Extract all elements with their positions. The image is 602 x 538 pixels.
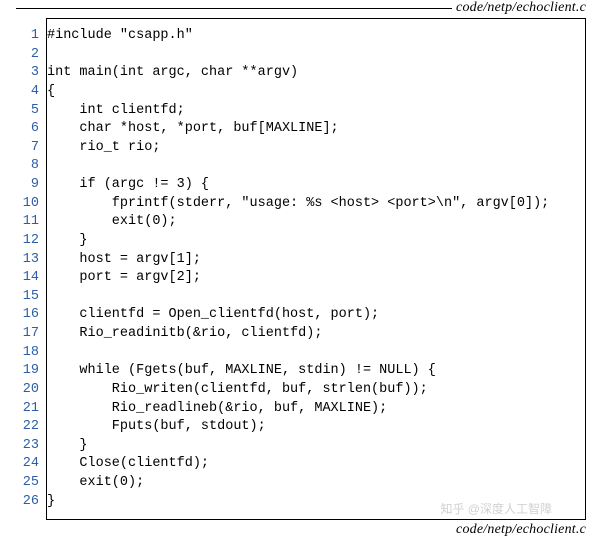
header-rule xyxy=(16,8,452,9)
code-line: 11 exit(0); xyxy=(47,213,581,232)
code-line: 24 Close(clientfd); xyxy=(47,455,581,474)
line-number: 13 xyxy=(9,251,39,270)
line-number: 18 xyxy=(9,344,39,363)
code-text: host = argv[1]; xyxy=(47,251,581,270)
code-line: 22 Fputs(buf, stdout); xyxy=(47,418,581,437)
line-number: 16 xyxy=(9,306,39,325)
line-number: 17 xyxy=(9,325,39,344)
line-number: 25 xyxy=(9,474,39,493)
line-number: 19 xyxy=(9,362,39,381)
line-number: 4 xyxy=(9,83,39,102)
code-line: 3int main(int argc, char **argv) xyxy=(47,64,581,83)
code-line: 2 xyxy=(47,46,581,65)
code-line: 8 xyxy=(47,157,581,176)
code-line: 14 port = argv[2]; xyxy=(47,269,581,288)
code-box: 1#include "csapp.h"23int main(int argc, … xyxy=(46,18,586,520)
code-text xyxy=(47,288,581,307)
code-line: 18 xyxy=(47,344,581,363)
line-number: 24 xyxy=(9,455,39,474)
code-line: 1#include "csapp.h" xyxy=(47,27,581,46)
line-number: 9 xyxy=(9,176,39,195)
code-line: 13 host = argv[1]; xyxy=(47,251,581,270)
line-number: 6 xyxy=(9,120,39,139)
code-text: exit(0); xyxy=(47,213,581,232)
code-line: 9 if (argc != 3) { xyxy=(47,176,581,195)
code-line: 7 rio_t rio; xyxy=(47,139,581,158)
code-text: { xyxy=(47,83,581,102)
code-text xyxy=(47,46,581,65)
code-line: 23 } xyxy=(47,437,581,456)
line-number: 22 xyxy=(9,418,39,437)
line-number: 21 xyxy=(9,400,39,419)
line-number: 20 xyxy=(9,381,39,400)
line-number: 10 xyxy=(9,195,39,214)
line-number: 7 xyxy=(9,139,39,158)
code-line: 6 char *host, *port, buf[MAXLINE]; xyxy=(47,120,581,139)
code-text: #include "csapp.h" xyxy=(47,27,581,46)
line-number: 26 xyxy=(9,493,39,512)
line-number: 12 xyxy=(9,232,39,251)
code-text: Rio_writen(clientfd, buf, strlen(buf)); xyxy=(47,381,581,400)
footer-path-row: code/netp/echoclient.c xyxy=(16,522,586,538)
line-number: 15 xyxy=(9,288,39,307)
line-number: 23 xyxy=(9,437,39,456)
code-line: 25 exit(0); xyxy=(47,474,581,493)
line-number: 14 xyxy=(9,269,39,288)
code-text: char *host, *port, buf[MAXLINE]; xyxy=(47,120,581,139)
header-path: code/netp/echoclient.c xyxy=(456,0,586,16)
line-number: 8 xyxy=(9,157,39,176)
code-line: 12 } xyxy=(47,232,581,251)
code-text xyxy=(47,344,581,363)
line-number: 5 xyxy=(9,102,39,121)
code-text: } xyxy=(47,232,581,251)
code-text: if (argc != 3) { xyxy=(47,176,581,195)
line-number: 1 xyxy=(9,27,39,46)
code-line: 26} xyxy=(47,493,581,512)
code-text: Close(clientfd); xyxy=(47,455,581,474)
code-text: Rio_readinitb(&rio, clientfd); xyxy=(47,325,581,344)
code-line: 5 int clientfd; xyxy=(47,102,581,121)
code-text: port = argv[2]; xyxy=(47,269,581,288)
code-text xyxy=(47,157,581,176)
code-text: int clientfd; xyxy=(47,102,581,121)
code-text: rio_t rio; xyxy=(47,139,581,158)
code-text: int main(int argc, char **argv) xyxy=(47,64,581,83)
line-number: 3 xyxy=(9,64,39,83)
line-number: 11 xyxy=(9,213,39,232)
header-path-row: code/netp/echoclient.c xyxy=(16,0,586,16)
code-text: Rio_readlineb(&rio, buf, MAXLINE); xyxy=(47,400,581,419)
code-line: 15 xyxy=(47,288,581,307)
footer-path: code/netp/echoclient.c xyxy=(456,522,586,538)
line-number: 2 xyxy=(9,46,39,65)
code-line: 17 Rio_readinitb(&rio, clientfd); xyxy=(47,325,581,344)
code-text: while (Fgets(buf, MAXLINE, stdin) != NUL… xyxy=(47,362,581,381)
code-text: Fputs(buf, stdout); xyxy=(47,418,581,437)
code-text: exit(0); xyxy=(47,474,581,493)
code-listing-container: code/netp/echoclient.c 1#include "csapp.… xyxy=(0,0,602,538)
code-line: 19 while (Fgets(buf, MAXLINE, stdin) != … xyxy=(47,362,581,381)
code-text: } xyxy=(47,437,581,456)
code-line: 16 clientfd = Open_clientfd(host, port); xyxy=(47,306,581,325)
code-line: 21 Rio_readlineb(&rio, buf, MAXLINE); xyxy=(47,400,581,419)
code-line: 20 Rio_writen(clientfd, buf, strlen(buf)… xyxy=(47,381,581,400)
code-text: fprintf(stderr, "usage: %s <host> <port>… xyxy=(47,195,581,214)
code-line: 10 fprintf(stderr, "usage: %s <host> <po… xyxy=(47,195,581,214)
code-text: clientfd = Open_clientfd(host, port); xyxy=(47,306,581,325)
code-line: 4{ xyxy=(47,83,581,102)
code-text: } xyxy=(47,493,581,512)
